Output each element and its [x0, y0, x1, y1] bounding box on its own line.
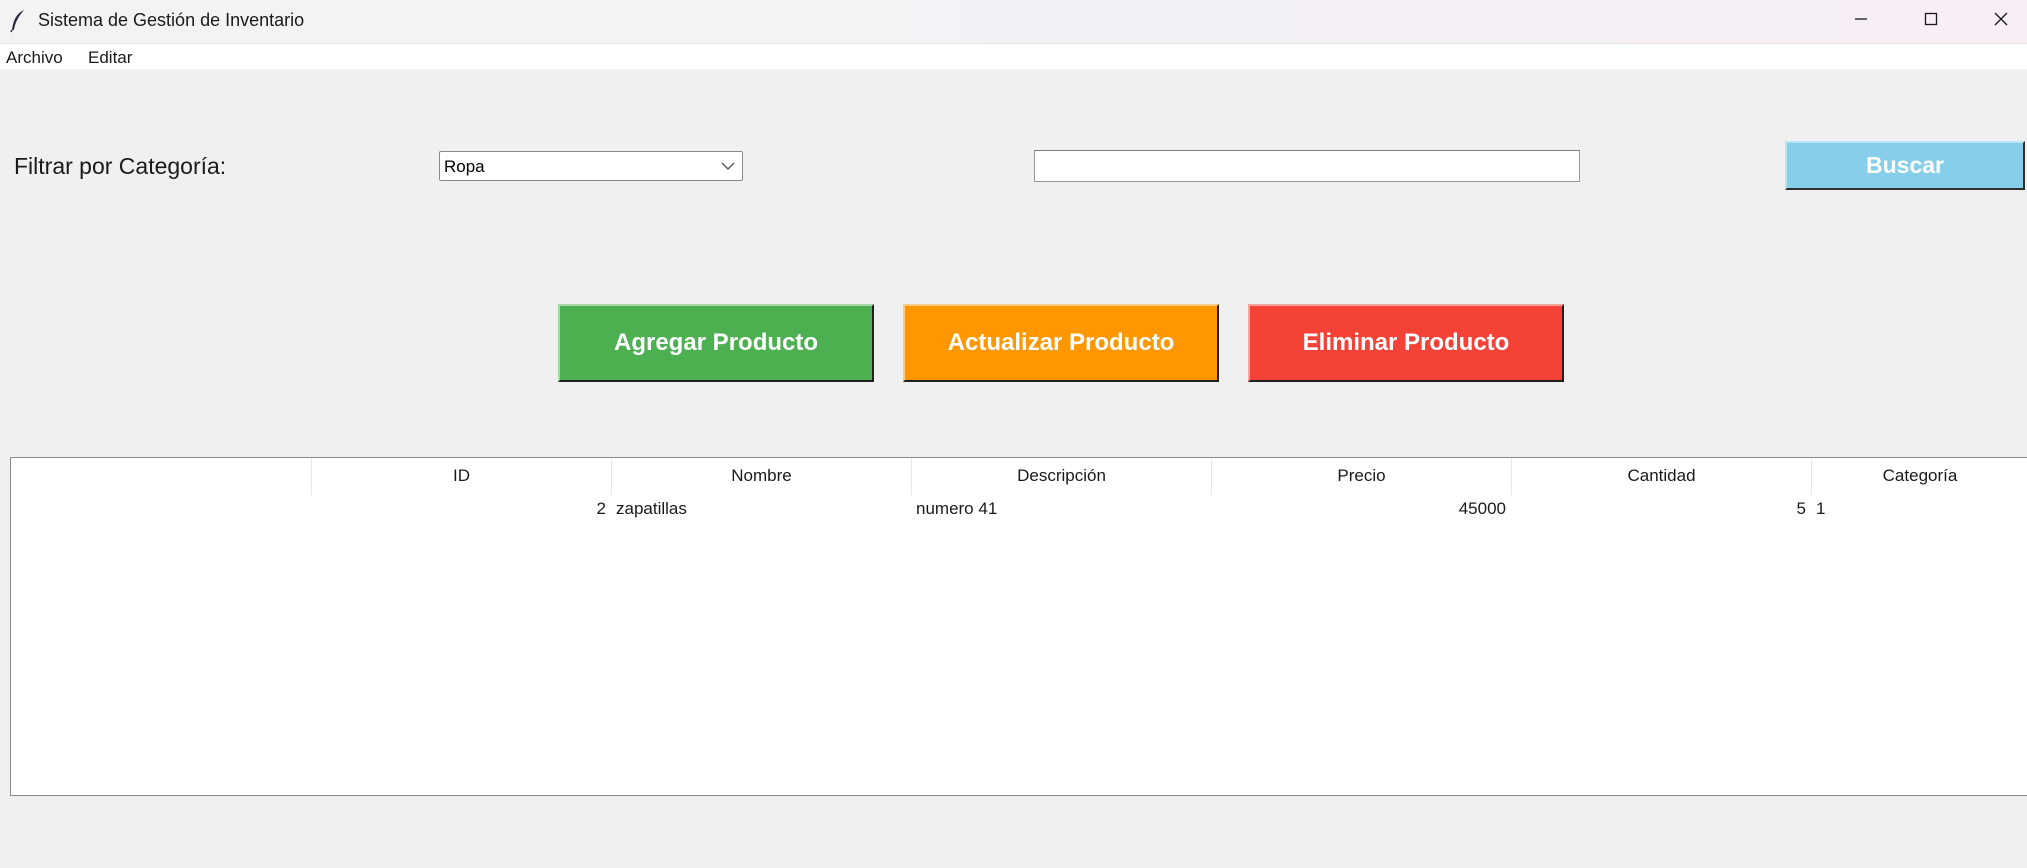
cell-tree: [11, 496, 311, 523]
filter-category-label: Filtrar por Categoría:: [14, 153, 227, 179]
column-header-nombre[interactable]: Nombre: [611, 458, 911, 495]
column-header-descripcion[interactable]: Descripción: [911, 458, 1211, 495]
menu-editar[interactable]: Editar: [88, 48, 132, 68]
cell-nombre: zapatillas: [616, 499, 687, 518]
close-button[interactable]: [1966, 0, 2027, 43]
cell-cantidad: 5: [1796, 499, 1806, 518]
category-combobox[interactable]: Ropa: [439, 151, 743, 181]
column-header-id[interactable]: ID: [311, 458, 611, 495]
update-product-button[interactable]: Actualizar Producto: [903, 304, 1219, 382]
close-icon: [1993, 11, 2009, 32]
menu-archivo[interactable]: Archivo: [6, 48, 63, 68]
minimize-button[interactable]: [1826, 0, 1896, 43]
cell-descripcion: numero 41: [916, 499, 998, 518]
window-title: Sistema de Gestión de Inventario: [38, 10, 305, 30]
maximize-button[interactable]: [1896, 0, 1966, 43]
search-button[interactable]: Buscar: [1785, 141, 2025, 190]
table-row[interactable]: 2 zapatillas numero 41 45000 5 1: [11, 496, 2027, 523]
cell-categoria: 1: [1816, 499, 1826, 518]
products-table[interactable]: ID Nombre Descripción Precio Cantidad Ca…: [10, 457, 2027, 796]
cell-precio: 45000: [1458, 499, 1506, 518]
column-header-tree[interactable]: [11, 458, 311, 495]
add-product-button[interactable]: Agregar Producto: [558, 304, 874, 382]
cell-id: 2: [596, 499, 606, 518]
maximize-icon: [1923, 11, 1939, 32]
search-input[interactable]: [1034, 150, 1580, 182]
chevron-down-icon[interactable]: [720, 159, 736, 173]
table-header: ID Nombre Descripción Precio Cantidad Ca…: [11, 458, 2027, 495]
column-header-cantidad[interactable]: Cantidad: [1511, 458, 1811, 495]
column-header-categoria[interactable]: Categoría: [1811, 458, 2027, 495]
minimize-icon: [1853, 11, 1869, 32]
category-selected-value: Ropa: [444, 157, 485, 176]
title-bar: Sistema de Gestión de Inventario: [0, 0, 2027, 43]
feather-icon: [9, 9, 27, 33]
delete-product-button[interactable]: Eliminar Producto: [1248, 304, 1564, 382]
menu-bar: Archivo Editar: [0, 43, 2027, 69]
column-header-precio[interactable]: Precio: [1211, 458, 1511, 495]
